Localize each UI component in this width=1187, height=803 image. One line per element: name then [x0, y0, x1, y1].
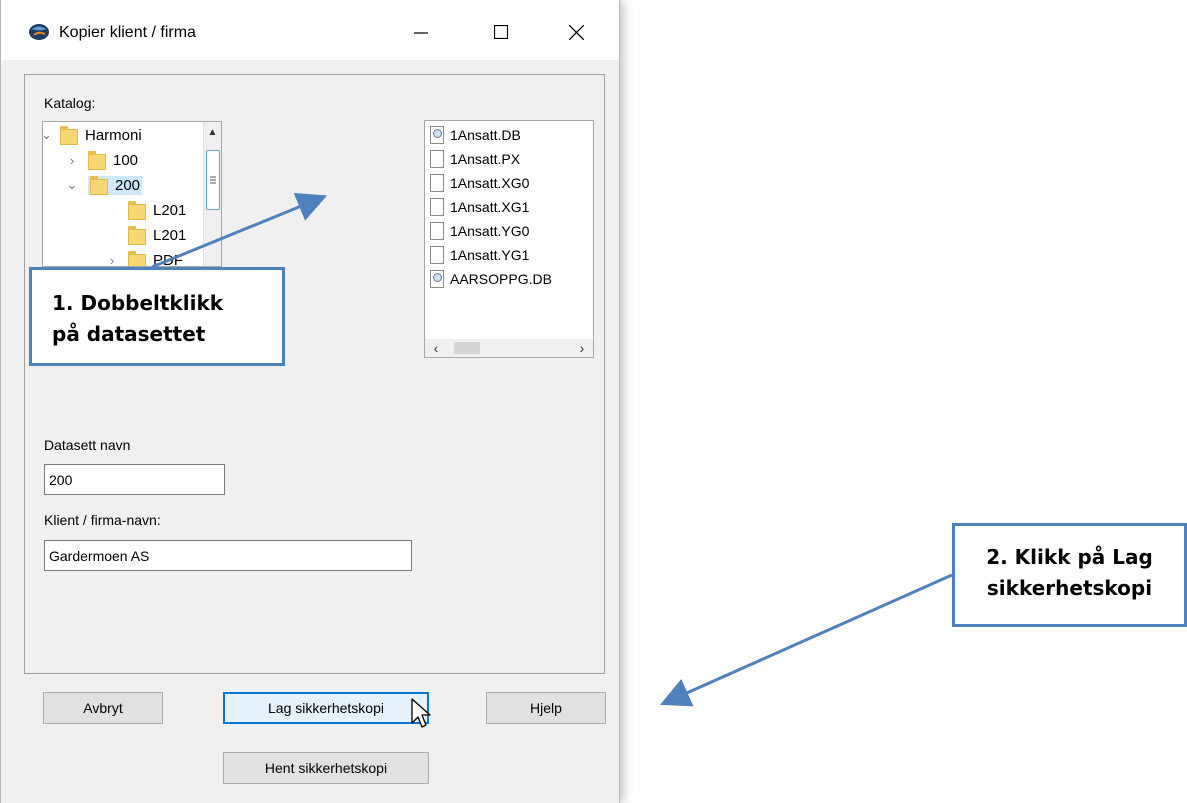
- callout-step1-line2: på datasettet: [52, 322, 206, 346]
- arrow-step1: [151, 192, 328, 269]
- callout-step2: 2. Klikk på Lag sikkerhetskopi: [952, 523, 1187, 627]
- arrow-step2: [660, 573, 953, 707]
- callout-step2-line2: sikkerhetskopi: [986, 576, 1153, 600]
- annotation-arrows: [151, 192, 953, 707]
- callout-step2-line1: 2. Klikk på Lag: [986, 545, 1153, 569]
- callout-step1-line1: 1. Dobbeltklikk: [52, 291, 224, 315]
- callout-step1: 1. Dobbeltklikk på datasettet: [29, 267, 285, 366]
